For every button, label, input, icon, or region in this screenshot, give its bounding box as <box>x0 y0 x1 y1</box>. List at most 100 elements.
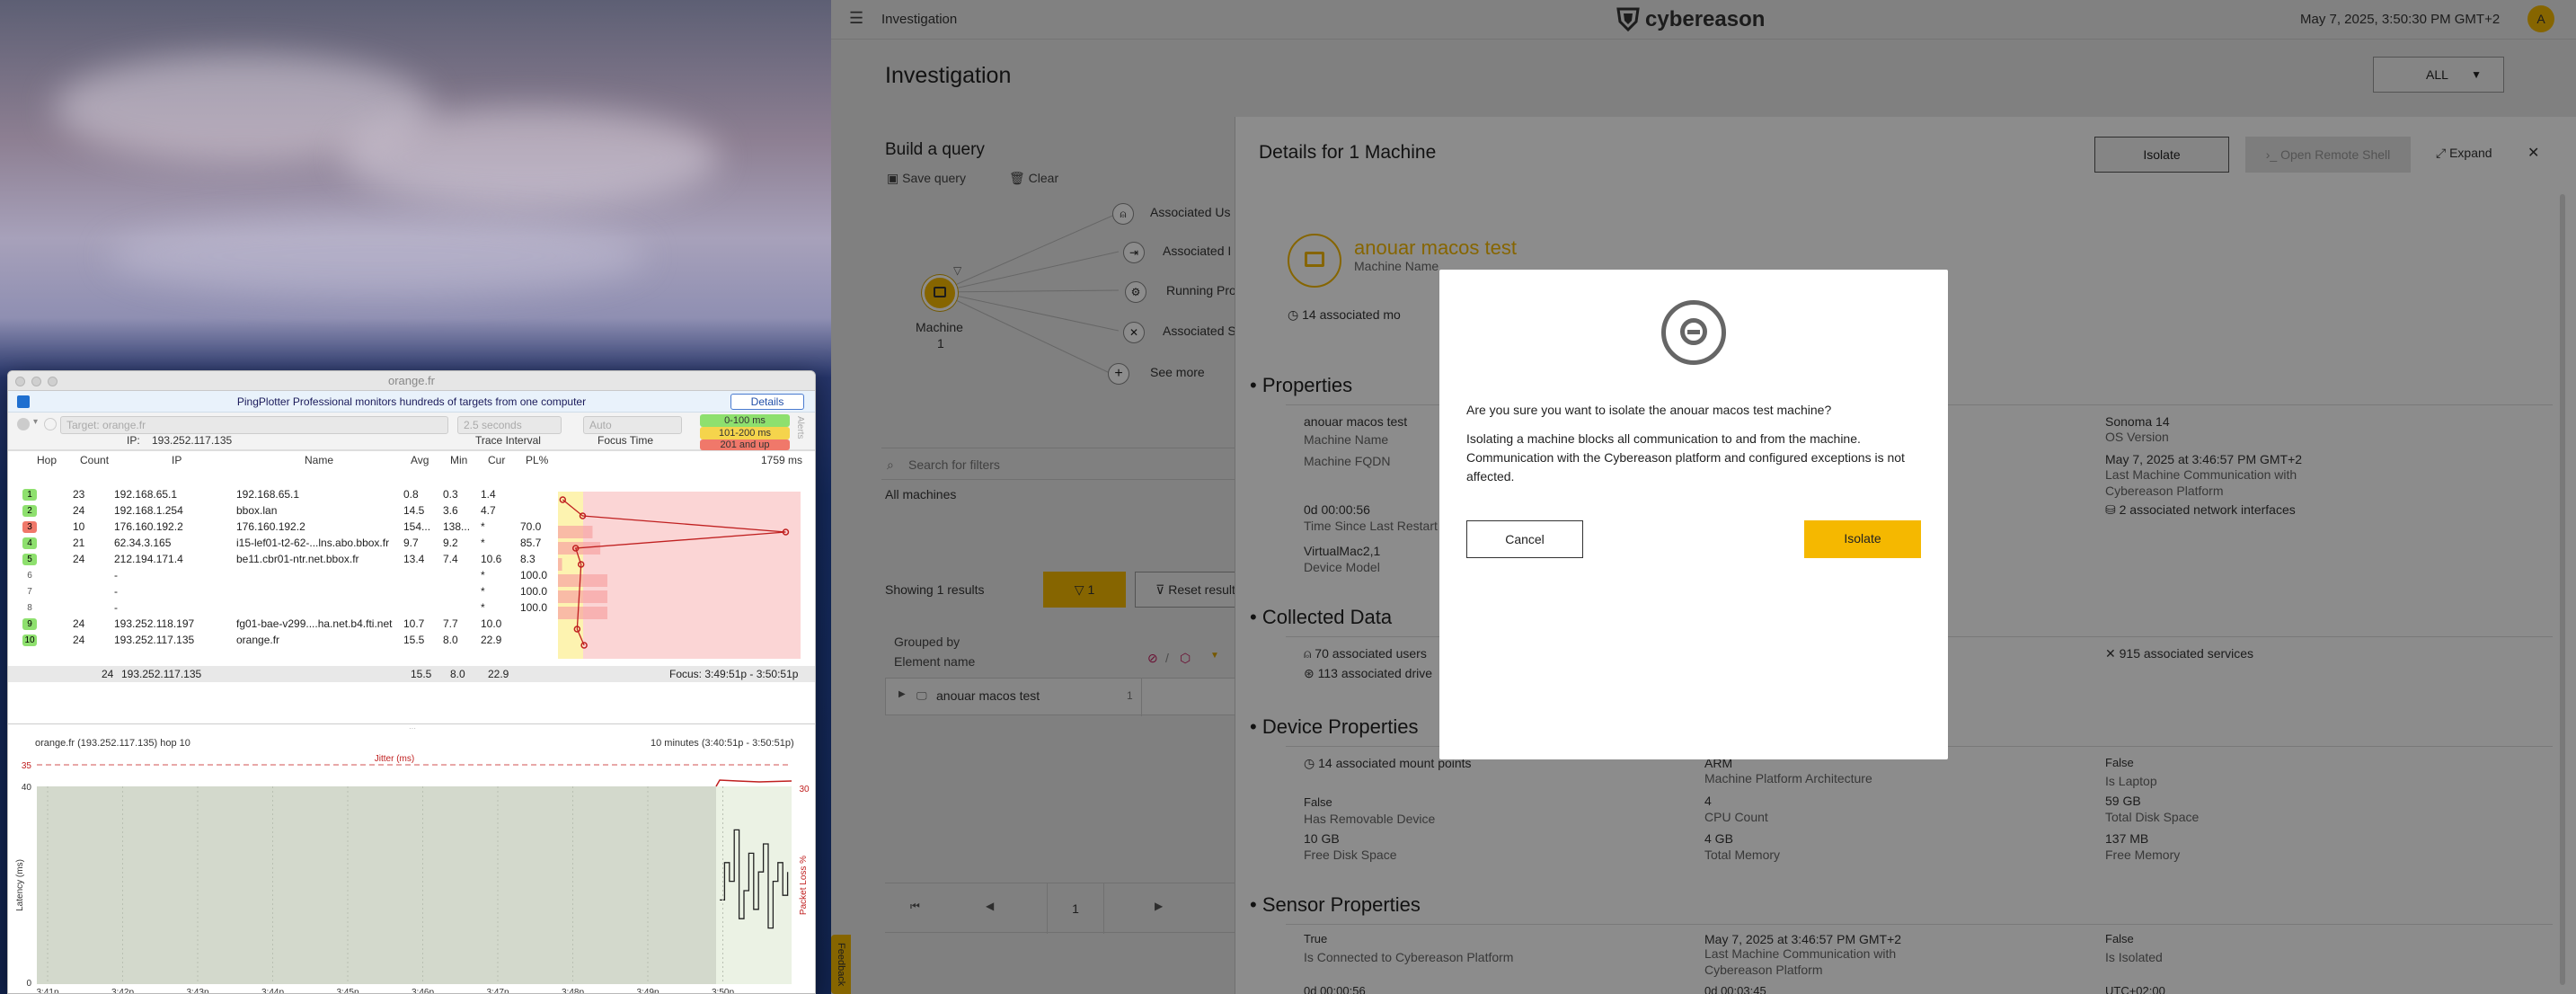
hop-avg: 14.5 <box>403 504 425 517</box>
hop-min: 8.0 <box>443 634 458 646</box>
promo-banner: PingPlotter Professional monitors hundre… <box>8 391 815 413</box>
hop-pl: 100.0 <box>520 601 548 614</box>
hop-number: 5 <box>22 554 37 565</box>
hop-cur: 22.9 <box>481 634 502 646</box>
details-button[interactable]: Details <box>730 394 804 410</box>
summary-avg: 15.5 <box>411 668 432 680</box>
hop-min: 9.2 <box>443 537 458 549</box>
check-icon[interactable] <box>44 418 57 430</box>
col-pl[interactable]: PL% <box>526 454 548 466</box>
hop-count: 24 <box>73 553 85 565</box>
graph-range[interactable]: 10 minutes (3:40:51p - 3:50:51p) <box>651 738 794 749</box>
splitter-handle[interactable]: ··· <box>8 723 815 732</box>
trace-interval-label: Trace Interval <box>475 434 541 447</box>
hop-name: 176.160.192.2 <box>236 520 305 533</box>
col-cur[interactable]: Cur <box>488 454 505 466</box>
pause-icon[interactable] <box>17 418 30 430</box>
hop-ip: - <box>114 601 118 614</box>
focus-time-label: Focus Time <box>598 434 654 447</box>
hop-avg: 9.7 <box>403 537 419 549</box>
alerts-tab[interactable]: Alerts <box>795 416 805 439</box>
packet-loss-bar <box>558 607 607 619</box>
ip-value: 193.252.117.135 <box>152 434 233 447</box>
hop-count: 24 <box>73 504 85 517</box>
packet-loss-bar <box>558 558 562 571</box>
x-tick-label: 3:49p <box>636 988 659 994</box>
trace-interval-select[interactable]: 2.5 seconds <box>457 416 562 434</box>
packet-loss-bar <box>558 526 593 538</box>
hop-cur: 10.6 <box>481 553 502 565</box>
col-count[interactable]: Count <box>80 454 109 466</box>
hop-min: 0.3 <box>443 488 458 501</box>
zoom-window-button[interactable] <box>48 377 58 386</box>
target-label: Target: <box>66 419 100 431</box>
plot-area <box>37 786 792 984</box>
hop-avg: 15.5 <box>403 634 425 646</box>
hop-ip: 192.168.65.1 <box>114 488 178 501</box>
latency-chart <box>558 492 801 659</box>
hop-number: 2 <box>22 505 37 517</box>
y2-tick-30: 30 <box>799 785 810 794</box>
col-ip[interactable]: IP <box>172 454 181 466</box>
col-avg[interactable]: Avg <box>411 454 429 466</box>
col-min[interactable]: Min <box>450 454 467 466</box>
jitter-label: Jitter (ms) <box>375 754 414 764</box>
y-tick-40: 40 <box>22 783 32 793</box>
hop-name: orange.fr <box>236 634 280 646</box>
hop-ip: - <box>114 585 118 598</box>
latency-scale: 1759 ms <box>761 454 803 466</box>
hop-pl: 85.7 <box>520 537 542 549</box>
x-tick-label: 3:46p <box>412 988 434 994</box>
hop-table-header: Hop Count IP Name Avg Min Cur PL% 1759 m… <box>8 454 815 470</box>
hop-ip: 193.252.117.135 <box>114 634 195 646</box>
hop-cur: 4.7 <box>481 504 496 517</box>
hop-name: fg01-bae-v299....ha.net.b4.fti.net <box>236 617 393 630</box>
hop-cur: 1.4 <box>481 488 496 501</box>
hop-name: be11.cbr01-ntr.net.bbox.fr <box>236 553 359 565</box>
hop-count: 24 <box>73 634 85 646</box>
latency-line <box>562 499 786 646</box>
hop-pl: 8.3 <box>520 553 536 565</box>
hop-min: 7.7 <box>443 617 458 630</box>
col-hop[interactable]: Hop <box>37 454 57 466</box>
window-titlebar[interactable]: orange.fr <box>8 371 815 391</box>
y2-axis-label: Packet Loss % <box>799 856 809 915</box>
divider <box>8 450 815 451</box>
y-axis-label: Latency (ms) <box>15 859 25 911</box>
hop-min: 3.6 <box>443 504 458 517</box>
col-name[interactable]: Name <box>305 454 333 466</box>
close-window-button[interactable] <box>15 377 25 386</box>
hop-name: bbox.lan <box>236 504 278 517</box>
minimize-window-button[interactable] <box>31 377 41 386</box>
hop-cur: 10.0 <box>481 617 502 630</box>
graph-title: orange.fr (193.252.117.135) hop 10 <box>35 738 190 749</box>
summary-row[interactable]: 24 193.252.117.135 15.5 8.0 22.9 Focus: … <box>8 666 815 682</box>
focus-time-select[interactable]: Auto <box>583 416 682 434</box>
cancel-button[interactable]: Cancel <box>1466 520 1583 558</box>
hop-avg: 13.4 <box>403 553 425 565</box>
hop-number: 4 <box>22 537 37 549</box>
pingplotter-logo-icon <box>17 395 30 408</box>
confirm-isolate-button[interactable]: Isolate <box>1804 520 1921 558</box>
target-input[interactable]: Target: orange.fr <box>60 416 448 434</box>
banner-text: PingPlotter Professional monitors hundre… <box>236 395 587 408</box>
summary-ip: 193.252.117.135 <box>121 668 202 680</box>
hop-number: 1 <box>22 489 37 501</box>
pingplotter-window: orange.fr PingPlotter Professional monit… <box>7 370 816 994</box>
hop-count: 21 <box>73 537 85 549</box>
wallpaper-cloud <box>341 108 719 207</box>
hop-cur: * <box>481 537 485 549</box>
legend-201-up: 201 and up <box>700 439 790 450</box>
x-tick-label: 3:42p <box>111 988 134 994</box>
latency-chart-svg <box>558 492 790 659</box>
hop-number: 9 <box>22 618 37 630</box>
hop-number: 10 <box>22 635 37 646</box>
packet-loss-bar <box>558 574 607 587</box>
chevron-down-icon[interactable]: ▾ <box>33 417 38 427</box>
hop-pl: 100.0 <box>520 585 548 598</box>
summary-min: 8.0 <box>450 668 465 680</box>
hop-avg: 0.8 <box>403 488 419 501</box>
summary-cur: 22.9 <box>488 668 509 680</box>
hop-ip: 62.34.3.165 <box>114 537 172 549</box>
pp-toolbar: ▾ Target: orange.fr 2.5 seconds Auto 0-1… <box>8 413 815 450</box>
